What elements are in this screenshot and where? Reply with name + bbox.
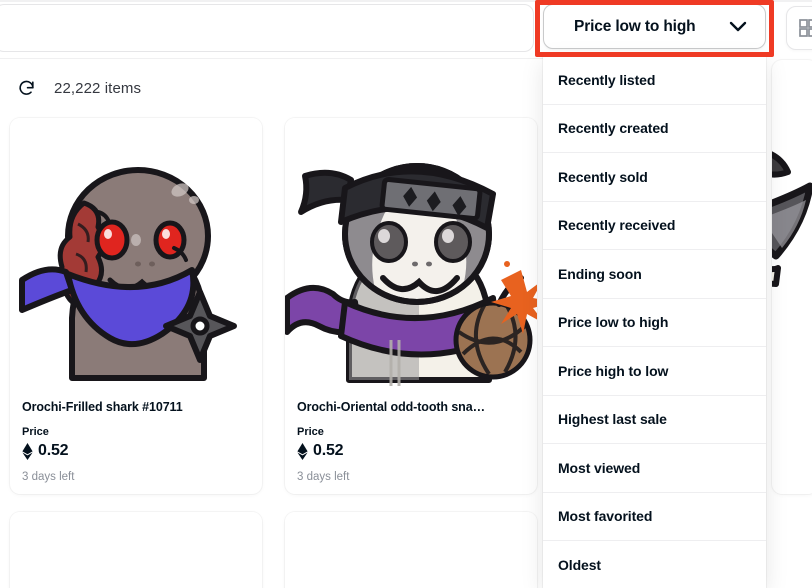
- sort-option-recently-received[interactable]: Recently received: [543, 201, 766, 250]
- sort-option-recently-created[interactable]: Recently created: [543, 104, 766, 153]
- frilled-shark-avatar-icon: [10, 118, 262, 388]
- nft-title: Orochi-Frilled shark #10711: [22, 400, 183, 414]
- sort-dropdown: Price low to high: [543, 4, 766, 49]
- sort-dropdown-menu[interactable]: Recently listed Recently created Recentl…: [543, 56, 766, 588]
- nft-price-value: 0.52: [313, 442, 344, 459]
- sort-option-highest-last-sale[interactable]: Highest last sale: [543, 395, 766, 444]
- search-input[interactable]: [11, 5, 511, 51]
- sort-option-label: Highest last sale: [558, 411, 667, 428]
- nft-card[interactable]: Orochi-Frilled shark #10711 Price 0.52 3…: [10, 118, 262, 494]
- marketplace-page: 22,222 items Orochi-Frilled shark #10711…: [0, 0, 812, 588]
- pink-visor-avatar-icon: [10, 512, 262, 588]
- nft-price-label: Price: [297, 426, 324, 438]
- nft-card[interactable]: [285, 512, 537, 588]
- sort-selected-label: Price low to high: [574, 17, 696, 35]
- sort-option-most-viewed[interactable]: Most viewed: [543, 444, 766, 493]
- sort-option-label: Ending soon: [558, 265, 642, 282]
- nft-card-grid: Orochi-Frilled shark #10711 Price 0.52 3…: [0, 118, 560, 588]
- nft-price-row: 0.52: [22, 442, 250, 460]
- nft-card[interactable]: [772, 60, 812, 494]
- nft-price-label: Price: [22, 426, 49, 438]
- nft-artwork[interactable]: [285, 118, 537, 388]
- sort-option-price-low-to-high[interactable]: Price low to high: [543, 298, 766, 347]
- nft-time-left: 3 days left: [22, 471, 75, 483]
- sort-option-label: Recently received: [558, 217, 676, 234]
- grid-view-toggle-button[interactable]: [786, 6, 812, 50]
- sort-option-label: Most viewed: [558, 459, 641, 476]
- refresh-button[interactable]: [14, 79, 38, 103]
- sort-option-price-high-to-low[interactable]: Price high to low: [543, 347, 766, 396]
- item-count-label: 22,222 items: [54, 80, 142, 97]
- sort-dropdown-button[interactable]: Price low to high: [543, 4, 766, 49]
- sort-option-recently-sold[interactable]: Recently sold: [543, 153, 766, 202]
- olive-head-avatar-icon: [285, 512, 537, 588]
- search-box[interactable]: [0, 4, 534, 52]
- ethereum-icon: [297, 442, 308, 460]
- nft-time-left: 3 days left: [297, 471, 350, 483]
- results-bar-divider: [0, 58, 545, 59]
- odd-tooth-snake-avatar-icon: [285, 118, 537, 388]
- sort-option-most-favorited[interactable]: Most favorited: [543, 492, 766, 541]
- nft-title: Orochi-Oriental odd-tooth sna…: [297, 400, 485, 414]
- ethereum-icon: [22, 442, 33, 460]
- nft-artwork[interactable]: [285, 512, 537, 588]
- nft-price-value: 0.52: [38, 442, 69, 459]
- sort-option-oldest[interactable]: Oldest: [543, 541, 766, 588]
- sort-option-ending-soon[interactable]: Ending soon: [543, 250, 766, 299]
- sort-option-label: Recently listed: [558, 71, 656, 88]
- kunai-avatar-icon: [772, 72, 812, 342]
- nft-artwork[interactable]: [10, 512, 262, 588]
- sort-option-label: Oldest: [558, 557, 601, 574]
- nft-artwork[interactable]: [10, 118, 262, 388]
- nft-card-body: Orochi-Oriental odd-tooth sna… Price 0.5…: [285, 388, 537, 483]
- toolbar-divider: [0, 0, 812, 2]
- nft-card[interactable]: [10, 512, 262, 588]
- nft-price-row: 0.52: [297, 442, 525, 460]
- sort-option-label: Price low to high: [558, 314, 669, 331]
- nft-card-body: Orochi-Frilled shark #10711 Price 0.52 3…: [10, 388, 262, 483]
- grid-icon: [798, 18, 812, 38]
- sort-option-label: Recently sold: [558, 168, 648, 185]
- sort-option-label: Price high to low: [558, 362, 669, 379]
- refresh-icon: [17, 79, 36, 103]
- sort-option-recently-listed[interactable]: Recently listed: [543, 56, 766, 105]
- chevron-down-icon: [729, 21, 747, 32]
- nft-card[interactable]: Orochi-Oriental odd-tooth sna… Price 0.5…: [285, 118, 537, 494]
- sort-option-label: Most favorited: [558, 508, 653, 525]
- sort-option-label: Recently created: [558, 120, 669, 137]
